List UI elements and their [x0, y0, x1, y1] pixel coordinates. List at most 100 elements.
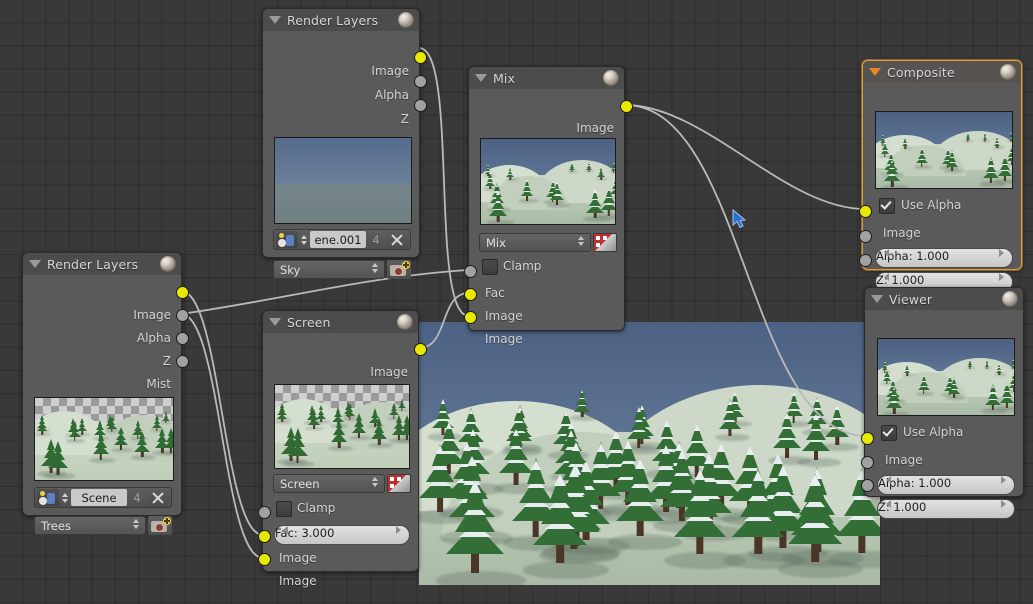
input-socket-image[interactable]: [861, 432, 874, 445]
chevron-updown-icon: [133, 519, 139, 529]
scene-name-field[interactable]: ene.001: [310, 231, 366, 248]
decrement-arrow-icon[interactable]: [884, 249, 889, 257]
output-socket-z[interactable]: [176, 332, 189, 345]
add-render-layer-button[interactable]: [387, 260, 411, 279]
input-socket-image2[interactable]: [464, 311, 477, 324]
output-label-alpha: Alpha: [136, 331, 171, 345]
scene-selector-row[interactable]: ene.001 4: [273, 229, 411, 250]
node-render-layers-sky[interactable]: Render Layers Image Alpha Z ene.001 4 Sk…: [262, 8, 427, 279]
scene-icon: [37, 489, 59, 506]
alpha-slider[interactable]: Alpha: 1.000: [877, 475, 1015, 495]
input-label-image: Image: [885, 453, 923, 467]
input-socket-image[interactable]: [859, 205, 872, 218]
use-alpha-label: Use Alpha: [903, 425, 964, 439]
output-label-z: Z: [400, 112, 409, 126]
output-label-image: Image: [133, 308, 171, 322]
output-label-image: Image: [576, 121, 614, 135]
output-socket-alpha[interactable]: [414, 75, 427, 88]
add-render-layer-button[interactable]: [148, 516, 172, 535]
blend-mode-value: Mix: [486, 235, 506, 250]
node-mix[interactable]: Mix Image Mix Clamp Fac Image Image: [464, 66, 633, 346]
increment-arrow-icon[interactable]: [1001, 500, 1006, 508]
node-header[interactable]: Composite: [863, 61, 1021, 83]
decrement-arrow-icon[interactable]: [886, 500, 891, 508]
use-alpha-checkbox[interactable]: [881, 425, 897, 441]
node-composite[interactable]: Composite Use Alpha Image Alpha: 1.000 Z…: [859, 60, 1022, 292]
blend-mode-value: Screen: [280, 476, 320, 491]
alpha-slider[interactable]: Alpha: 1.000: [875, 248, 1013, 268]
node-render-layers-trees[interactable]: Render Layers Image Alpha Z Mist Scene 4: [22, 252, 189, 535]
collapse-triangle-icon[interactable]: [475, 74, 487, 82]
node-preview-ball-icon: [1002, 291, 1018, 307]
decrement-arrow-icon[interactable]: [884, 273, 889, 281]
input-label-image2: Image: [485, 332, 523, 346]
color-ramp-icon[interactable]: [593, 233, 617, 252]
input-socket-image2[interactable]: [258, 553, 271, 566]
collapse-triangle-icon[interactable]: [269, 318, 281, 326]
decrement-arrow-icon[interactable]: [886, 476, 891, 484]
chevron-updown-icon: [578, 236, 584, 246]
scene-selector-row[interactable]: Scene 4: [34, 487, 172, 508]
unlink-scene-button[interactable]: [386, 231, 408, 248]
collapse-triangle-icon[interactable]: [29, 260, 41, 268]
scene-stepper-icon[interactable]: [62, 492, 68, 503]
output-socket-alpha[interactable]: [176, 309, 189, 322]
scene-stepper-icon[interactable]: [301, 234, 307, 245]
output-label-z: Z: [162, 354, 171, 368]
node-header[interactable]: Render Layers: [23, 253, 181, 275]
use-alpha-checkbox[interactable]: [879, 198, 895, 214]
increment-arrow-icon[interactable]: [396, 526, 401, 534]
render-layer-dropdown[interactable]: Sky: [273, 260, 385, 279]
output-socket-image[interactable]: [176, 286, 189, 299]
z-slider[interactable]: Z: 1.000: [877, 499, 1015, 519]
unlink-scene-button[interactable]: [147, 489, 169, 506]
blend-mode-dropdown[interactable]: Mix: [479, 233, 591, 252]
increment-arrow-icon[interactable]: [999, 249, 1004, 257]
node-preview-ball-icon: [160, 256, 176, 272]
node-viewer[interactable]: Viewer Use Alpha Image Alpha: 1.000 Z: 1…: [861, 287, 1024, 519]
input-socket-alpha[interactable]: [861, 456, 874, 469]
node-header[interactable]: Render Layers: [263, 9, 419, 31]
node-screen[interactable]: Screen Image Screen Clamp Fac: 3.000 Ima…: [258, 310, 427, 588]
output-socket-image[interactable]: [414, 51, 427, 64]
collapse-triangle-icon[interactable]: [871, 295, 883, 303]
input-label-image: Image: [883, 226, 921, 240]
input-socket-z[interactable]: [861, 479, 874, 492]
decrement-arrow-icon[interactable]: [283, 526, 288, 534]
node-preview-ball-icon: [397, 314, 413, 330]
input-socket-image1[interactable]: [258, 530, 271, 543]
output-socket-image[interactable]: [414, 343, 427, 356]
chevron-updown-icon: [372, 263, 378, 273]
node-preview-viewer: [877, 338, 1015, 416]
node-title: Mix: [493, 70, 515, 86]
color-ramp-icon[interactable]: [387, 474, 411, 493]
output-socket-z[interactable]: [414, 99, 427, 112]
clamp-label: Clamp: [297, 501, 336, 515]
collapse-triangle-icon[interactable]: [269, 16, 281, 24]
clamp-checkbox[interactable]: [482, 259, 498, 275]
scene-name-field[interactable]: Scene: [71, 489, 127, 506]
node-header[interactable]: Viewer: [865, 288, 1023, 310]
blend-mode-dropdown[interactable]: Screen: [273, 474, 385, 493]
output-socket-mist[interactable]: [176, 355, 189, 368]
increment-arrow-icon[interactable]: [1001, 476, 1006, 484]
scene-icon: [276, 231, 298, 248]
input-label-image2: Image: [279, 574, 317, 588]
node-preview-trees: [34, 397, 174, 481]
increment-arrow-icon[interactable]: [999, 273, 1004, 281]
fac-slider[interactable]: Fac: 3.000: [274, 525, 410, 545]
node-editor-canvas[interactable]: Render Layers Image Alpha Z ene.001 4 Sk…: [0, 0, 1033, 604]
render-layer-dropdown[interactable]: Trees: [34, 516, 146, 535]
scene-user-count: 4: [372, 232, 380, 247]
node-header[interactable]: Screen: [263, 311, 418, 333]
input-socket-alpha[interactable]: [859, 230, 872, 243]
node-preview-composite: [875, 111, 1013, 189]
collapse-triangle-icon[interactable]: [869, 68, 881, 76]
output-socket-image[interactable]: [620, 100, 633, 113]
input-socket-fac[interactable]: [258, 506, 271, 519]
node-header[interactable]: Mix: [469, 67, 624, 89]
input-socket-image1[interactable]: [464, 288, 477, 301]
input-socket-z[interactable]: [859, 254, 872, 267]
clamp-checkbox[interactable]: [276, 501, 292, 517]
input-socket-fac[interactable]: [464, 265, 477, 278]
